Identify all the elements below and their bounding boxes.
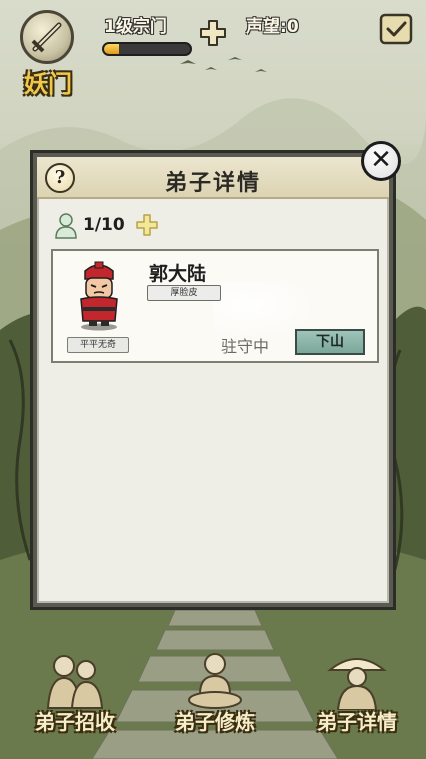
details-label: 弟子详情 [317,710,397,734]
disciple-name: 郭大陆 [149,263,207,285]
sect-name: 妖门 [24,70,72,98]
close-button[interactable]: ✕ [361,141,401,181]
cultivate-label: 弟子修炼 [175,710,255,734]
disciple-status: 驻守中 [221,337,270,356]
sect-level-label: 1级宗门 [104,17,167,37]
trait-tag: 厚脸皮 [147,285,221,301]
disciple-details-button[interactable]: 弟子详情 [302,650,412,742]
meditating-figure-icon [188,653,242,709]
recruit-label: 弟子招收 [35,710,115,734]
talent-tag: 平平无奇 [67,337,129,353]
dialog-title: 弟子详情 [164,171,261,196]
reputation-value: 0 [286,17,299,37]
disciple-count: 1/10 [83,215,125,235]
disciple-card[interactable]: 平平无奇 郭大陆 厚脸皮 驻守中 下山 [51,249,379,363]
disciple-details-dialog: ? 弟子详情 1/10 平平无奇 郭大陆 厚脸皮 驻守中 下山 [30,150,396,610]
cultivate-disciples-button[interactable]: 弟子修炼 [160,650,270,742]
sect-level-progress-bar [102,42,192,56]
disciple-portrait [80,261,118,331]
straw-hat-figure-icon [327,658,387,710]
scroll-check-icon[interactable] [378,10,414,48]
recruit-figures-icon [46,655,104,709]
reputation-label: 声望 [246,17,280,37]
add-plus-icon[interactable] [198,18,228,48]
disciple-icon [55,213,77,239]
sect-emblem[interactable] [20,10,74,64]
add-disciple-slot-icon[interactable] [135,213,159,237]
reputation-separator: : [280,17,287,37]
sword-icon [31,22,62,53]
dialog-header: ? 弟子详情 [37,157,389,199]
leave-mountain-button[interactable]: 下山 [295,329,365,355]
sect-level-progress-fill [104,44,120,54]
recruit-disciples-button[interactable]: 弟子招收 [20,650,130,742]
reputation-display: 声望:0 [246,12,299,37]
